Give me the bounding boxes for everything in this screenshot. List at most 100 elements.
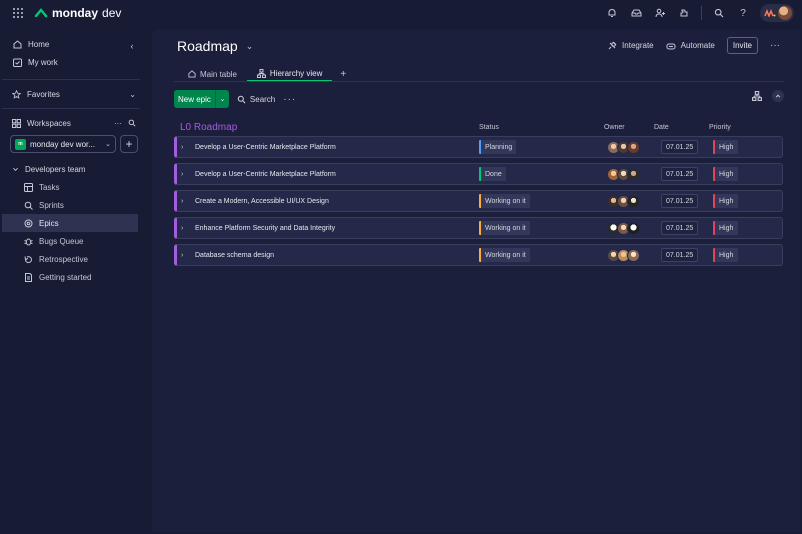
chevron-right-icon[interactable]: › [181,198,193,205]
date-cell[interactable]: 07.01.25 [661,194,699,208]
chevron-down-icon[interactable]: ⌄ [214,90,229,108]
table-row[interactable]: › Database schema design Working on it 0… [174,244,783,266]
search-icon [237,95,246,104]
column-header-priority[interactable]: Priority [709,124,731,131]
epic-name[interactable]: Enhance Platform Security and Data Integ… [195,225,335,232]
epic-name[interactable]: Develop a User-Centric Marketplace Platf… [195,171,336,178]
integrations-icon[interactable] [677,6,691,20]
status-badge[interactable]: Working on it [479,248,530,262]
sidebar-item-label: Bugs Queue [39,236,84,246]
chevron-up-icon[interactable] [772,90,784,102]
sidebar-item-tasks[interactable]: Tasks [2,178,140,196]
search-icon[interactable] [712,6,726,20]
column-header-date[interactable]: Date [654,124,669,131]
sidebar-item-home[interactable]: Home ‹ [2,35,140,53]
avatar [627,140,640,154]
sidebar-item-retrospective[interactable]: Retrospective [2,250,140,268]
bell-icon[interactable] [605,6,619,20]
hierarchy-icon[interactable] [752,91,762,101]
help-icon[interactable]: ? [736,6,750,20]
column-header-owner[interactable]: Owner [604,124,625,131]
workspace-selector[interactable]: m monday dev wor... ⌄ [10,135,116,153]
account-avatar[interactable] [760,4,794,22]
integrate-button[interactable]: Integrate [607,41,654,51]
brand-logo[interactable]: monday dev [34,6,121,20]
status-badge[interactable]: Working on it [479,194,530,208]
chevron-right-icon[interactable]: › [181,225,193,232]
workspaces-icon [12,118,21,128]
more-options-icon[interactable]: ··· [114,119,122,128]
table-row[interactable]: › Develop a User-Centric Marketplace Pla… [174,163,783,185]
priority-badge[interactable]: High [713,140,738,154]
date-cell[interactable]: 07.01.25 [661,248,699,262]
team-label: Developers team [25,164,86,174]
chevron-right-icon[interactable]: › [181,252,193,259]
tab-main-table[interactable]: Main table [178,66,247,82]
sidebar-item-epics[interactable]: Epics [2,214,138,232]
sidebar-item-my-work[interactable]: My work [2,53,140,71]
sidebar-workspaces[interactable]: Workspaces ··· [2,114,140,132]
owner-avatars[interactable] [607,248,640,262]
inbox-icon[interactable] [629,6,643,20]
tabs-divider [174,81,784,82]
date-cell[interactable]: 07.01.25 [661,221,699,235]
app-switcher-icon[interactable] [10,5,26,21]
status-badge[interactable]: Working on it [479,221,530,235]
chevron-down-icon[interactable]: ⌄ [129,90,136,99]
sidebar-item-label: Tasks [39,182,60,192]
priority-badge[interactable]: High [713,194,738,208]
sidebar-item-getting-started[interactable]: Getting started [2,268,140,286]
add-view-button[interactable]: + [332,66,354,82]
date-cell[interactable]: 07.01.25 [661,140,699,154]
owner-avatars[interactable] [607,194,640,208]
sidebar-item-label: Home [28,39,50,49]
epic-name[interactable]: Database schema design [195,252,274,259]
priority-badge[interactable]: High [713,221,738,235]
retro-icon [24,255,33,264]
invite-members-icon[interactable] [653,6,667,20]
home-icon [12,39,22,49]
bug-icon [24,237,33,246]
epic-icon [24,219,33,228]
automate-label: Automate [680,41,715,50]
tab-label: Hierarchy view [269,68,323,78]
add-item-button[interactable]: + [120,135,138,153]
new-epic-label: New epic [174,90,215,108]
sidebar-item-bugs-queue[interactable]: Bugs Queue [2,232,140,250]
priority-badge[interactable]: High [713,167,738,181]
search-icon[interactable] [128,119,136,128]
collapse-sidebar-button[interactable]: ‹ [126,39,138,53]
owner-avatars[interactable] [607,221,640,235]
sidebar-folder-team[interactable]: Developers team [2,160,140,178]
owner-avatars[interactable] [607,140,640,154]
epic-name[interactable]: Develop a User-Centric Marketplace Platf… [195,144,336,151]
chevron-right-icon[interactable]: › [181,144,193,151]
status-badge[interactable]: Planning [479,140,517,154]
more-options-icon[interactable]: ··· [770,40,780,51]
epic-name[interactable]: Create a Modern, Accessible UI/UX Design [195,198,329,205]
invite-button[interactable]: Invite [726,37,758,54]
doc-icon [24,272,33,282]
board-title[interactable]: Roadmap ⌄ [177,38,253,54]
owner-avatars[interactable] [607,167,640,181]
table-row[interactable]: › Enhance Platform Security and Data Int… [174,217,783,239]
table-row[interactable]: › Create a Modern, Accessible UI/UX Desi… [174,190,783,212]
column-header-status[interactable]: Status [479,124,499,131]
sidebar-item-label: Getting started [39,272,92,282]
my-work-icon [12,57,22,67]
search-button[interactable]: Search [237,95,275,104]
date-cell[interactable]: 07.01.25 [661,167,699,181]
new-epic-button[interactable]: New epic ⌄ [174,90,229,108]
table-row[interactable]: › Develop a User-Centric Marketplace Pla… [174,136,783,158]
group-title[interactable]: L0 Roadmap [180,122,237,133]
tab-hierarchy-view[interactable]: Hierarchy view [246,66,333,82]
status-badge[interactable]: Done [479,167,506,181]
chevron-right-icon[interactable]: › [181,171,193,178]
priority-badge[interactable]: High [713,248,738,262]
sidebar-favorites[interactable]: Favorites ⌄ [2,85,140,103]
board-icon [24,182,33,192]
more-options-icon[interactable]: ··· [283,94,296,105]
sidebar-item-sprints[interactable]: Sprints [2,196,140,214]
automate-button[interactable]: Automate [666,41,715,51]
workspaces-label: Workspaces [27,118,71,128]
